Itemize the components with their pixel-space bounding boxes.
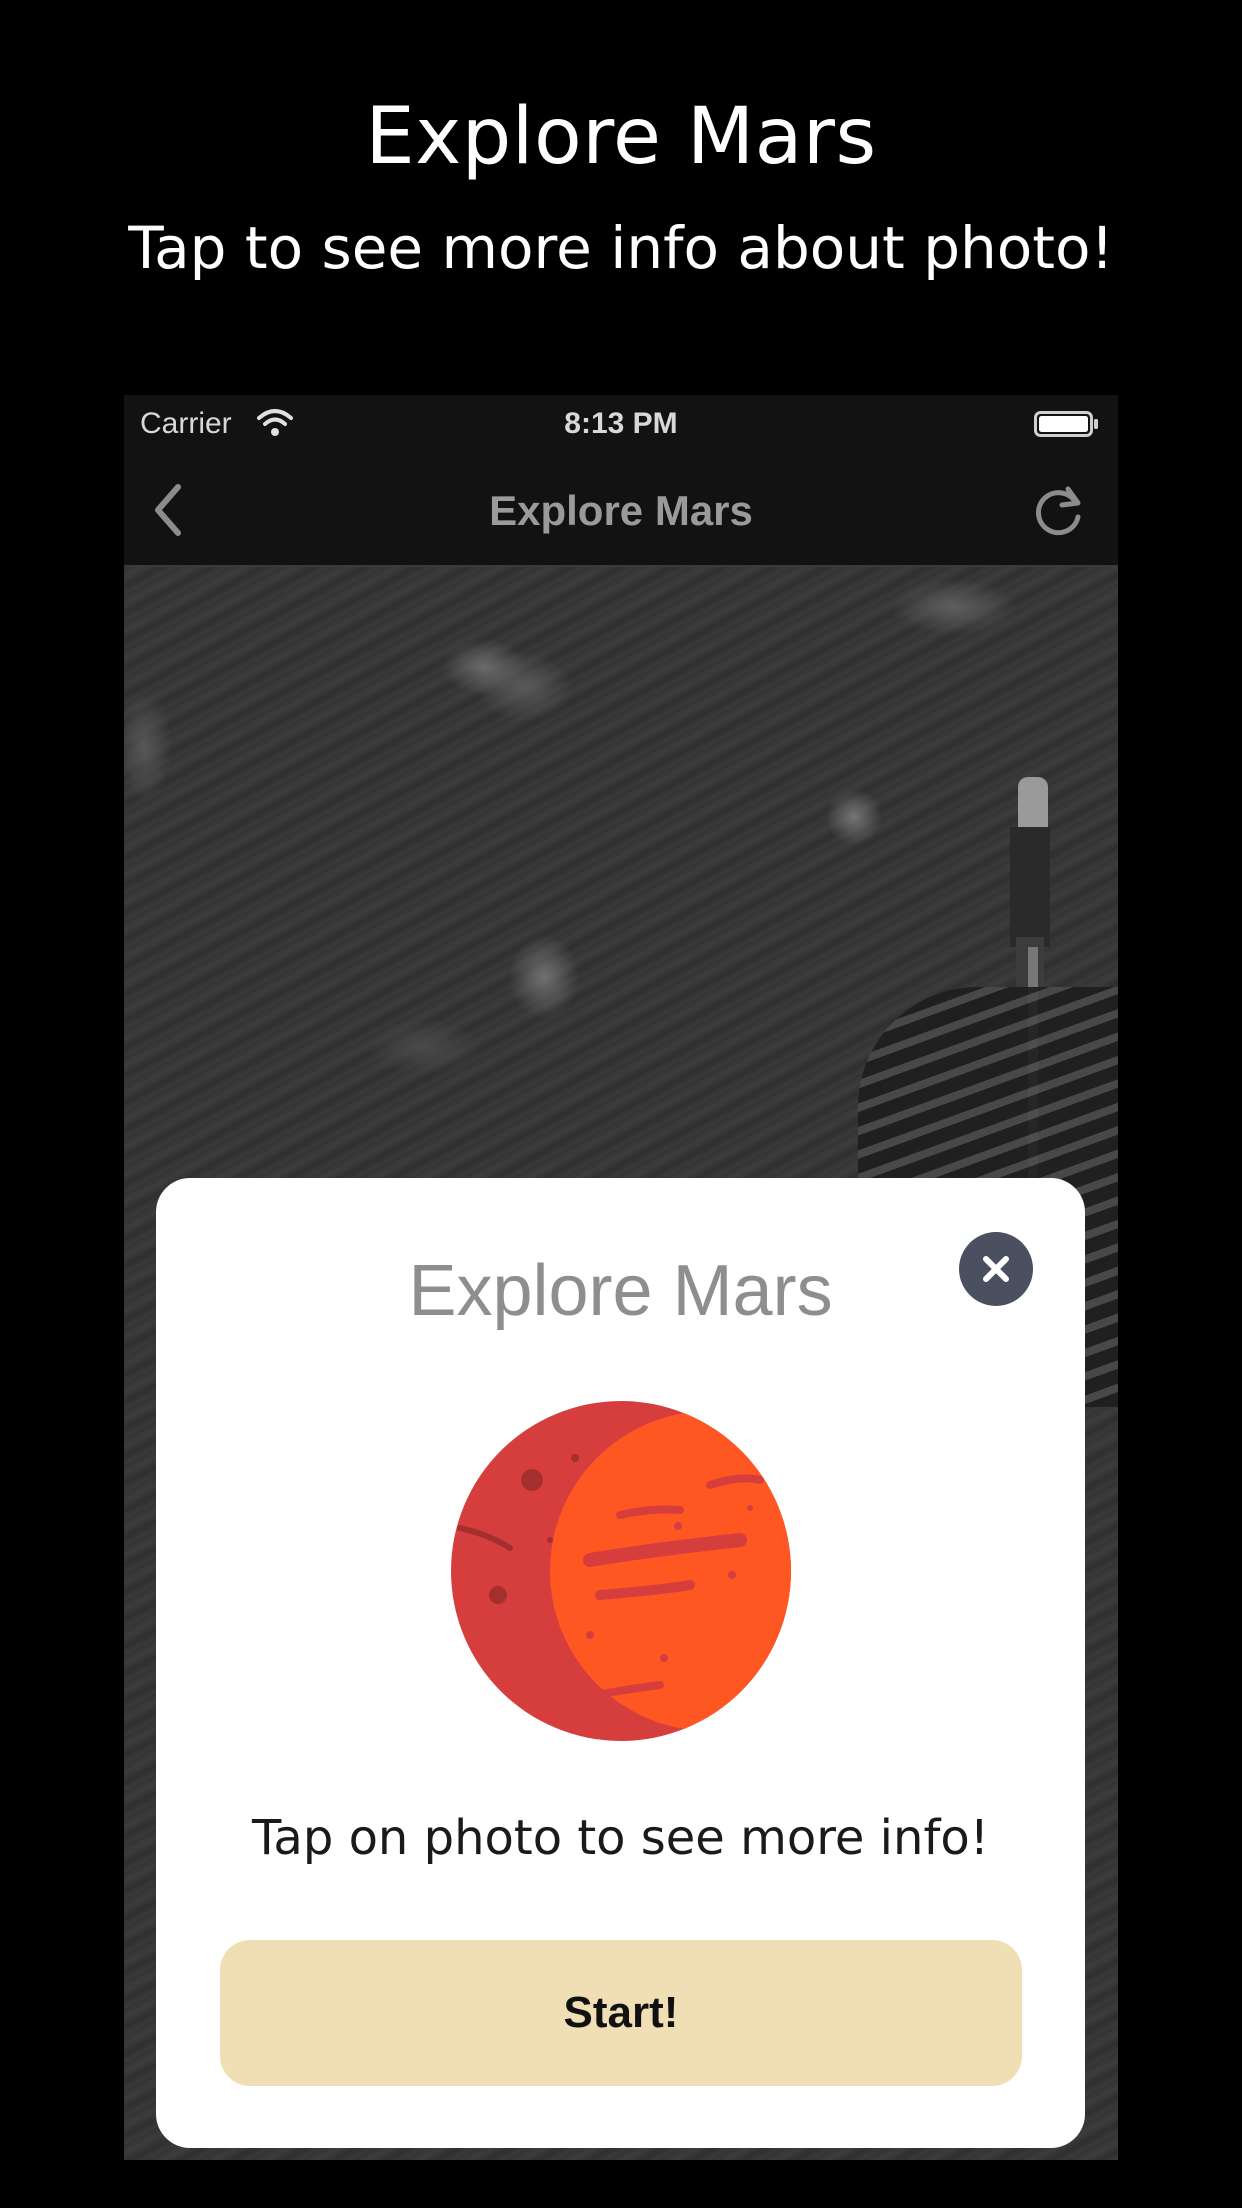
welcome-modal: Explore Mars Tap on photo to see more in…: [156, 1178, 1085, 2148]
mars-planet-icon: [451, 1401, 791, 1741]
status-bar: Carrier 8:13 PM: [124, 395, 1118, 455]
start-button[interactable]: Start!: [220, 1940, 1022, 2086]
close-icon: [983, 1256, 1009, 1282]
battery-icon: [1034, 411, 1098, 437]
modal-title: Explore Mars: [408, 1251, 833, 1331]
nav-title: Explore Mars: [489, 487, 753, 534]
clock-time: 8:13 PM: [564, 407, 678, 440]
nav-bar: Explore Mars: [124, 455, 1118, 567]
close-button[interactable]: [959, 1232, 1033, 1306]
modal-message: Tap on photo to see more info!: [252, 1810, 989, 1866]
promo-title: Explore Mars: [365, 92, 877, 182]
promo-subtitle: Tap to see more info about photo!: [128, 214, 1114, 282]
refresh-button[interactable]: [1024, 475, 1094, 545]
refresh-icon: [1036, 486, 1081, 536]
